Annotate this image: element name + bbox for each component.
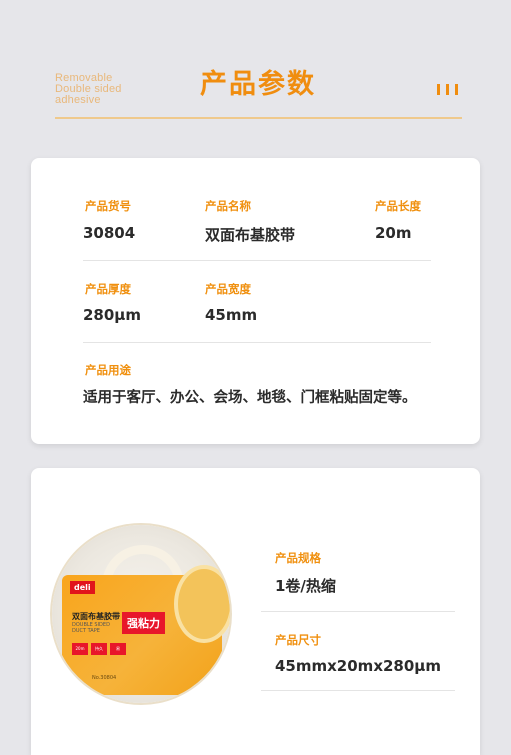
size-label: 产品尺寸 (275, 633, 321, 647)
product-name-label: 产品名称 (205, 199, 251, 213)
spec-value: 1卷/热缩 (275, 577, 336, 595)
brand-logo: deli (70, 581, 95, 594)
row-divider (261, 611, 455, 612)
durable-chip: 持久 (91, 643, 107, 655)
row-divider (83, 260, 431, 261)
spec-label: 产品规格 (275, 551, 321, 565)
item-no-label: 产品货号 (85, 199, 131, 213)
strong-adhesion-tag: 强粘力 (122, 612, 165, 634)
box-number: No.30804 (92, 675, 117, 681)
product-name-value: 双面布基胶带 (205, 226, 296, 244)
width-value: 45mm (205, 306, 258, 324)
usage-label: 产品用途 (85, 363, 131, 377)
size-value: 45mmx20mx280μm (275, 657, 441, 675)
thickness-value: 280μm (83, 306, 141, 324)
spec-card: 产品货号 30804 产品名称 双面布基胶带 产品长度 20m 产品厚度 280… (31, 158, 480, 444)
row-divider (261, 690, 455, 691)
decorative-bars-icon (437, 84, 458, 95)
row-divider (83, 342, 431, 343)
header-divider (55, 117, 462, 119)
length-value: 20m (375, 224, 412, 242)
thickness-label: 产品厚度 (85, 282, 131, 296)
tagline: Removable Double sided adhesive (55, 72, 122, 106)
box-title: 双面布基胶带 (72, 612, 120, 621)
length-label: 产品长度 (375, 199, 421, 213)
item-no-value: 30804 (83, 224, 136, 242)
usage-value: 适用于客厅、办公、会场、地毯、门框粘贴固定等。 (83, 390, 417, 406)
easy-chip: 易 (110, 643, 126, 655)
box-subtitle: DOUBLE SIDED DUCT TAPE (72, 622, 110, 634)
product-photo: deli 双面布基胶带 DOUBLE SIDED DUCT TAPE 强粘力 2… (52, 525, 230, 703)
section-header: Removable Double sided adhesive 产品参数 (0, 0, 511, 130)
tape-roll-image (174, 565, 230, 643)
page-title: 产品参数 (200, 69, 316, 100)
width-label: 产品宽度 (205, 282, 251, 296)
length-chip: 20m (72, 643, 88, 655)
